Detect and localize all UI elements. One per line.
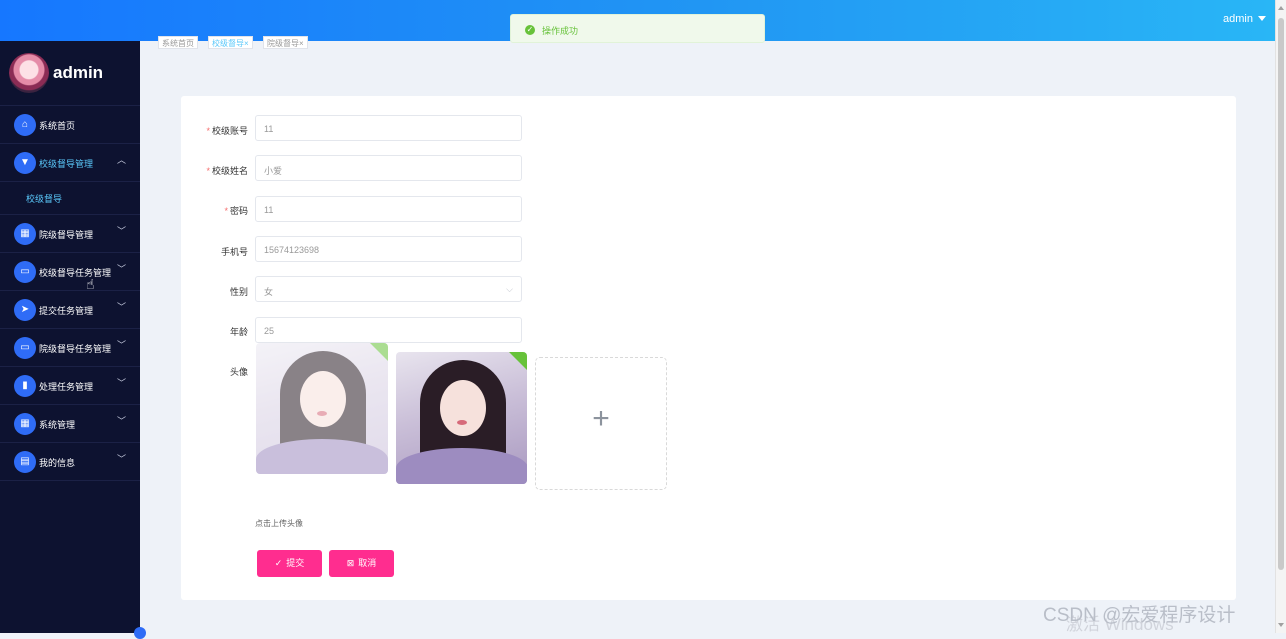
check-icon: ✓ — [274, 558, 283, 568]
sidebar-item-5[interactable]: ▭ 院级督导任务管理 ﹀ — [0, 329, 140, 367]
sidebar-item-6[interactable]: ▮ 处理任务管理 ﹀ — [0, 367, 140, 405]
avatar-label: 头像 — [229, 367, 248, 377]
account-label: * 校级账号 — [206, 126, 248, 136]
sidebar-item-label: 提交任务管理 — [39, 306, 94, 316]
upload-hint: 点击上传头像 — [255, 519, 303, 528]
home-icon: ⌂ — [14, 114, 36, 136]
plus-icon: + — [592, 402, 610, 435]
bar-chart-icon: ▮ — [14, 375, 36, 397]
sidebar-item-1[interactable]: ▼ 校级督导管理 ︿ — [0, 144, 140, 182]
sidebar-item-label: 院级督导任务管理 — [39, 344, 112, 354]
pointer-cursor-icon: ☝ — [86, 276, 95, 292]
name-input[interactable]: 小爱 — [255, 155, 522, 181]
scrollbar-thumb[interactable] — [1278, 18, 1284, 570]
sidebar-item-0[interactable]: ⌂ 系统首页 — [0, 106, 140, 144]
sidebar-item-7[interactable]: ▦ 系统管理 ﹀ — [0, 405, 140, 443]
age-input[interactable]: 25 — [255, 317, 522, 343]
sidebar-subitem-label: 校级督导 — [26, 194, 63, 204]
funnel-icon: ▼ — [14, 152, 36, 174]
monitor-icon: ▭ — [14, 337, 36, 359]
user-menu-label: admin — [1223, 13, 1253, 25]
sidebar-item-label: 院级督导管理 — [39, 230, 94, 240]
sidebar-item-8[interactable]: ▤ 我的信息 ﹀ — [0, 443, 140, 481]
upload-success-badge — [370, 343, 388, 361]
sidebar-profile: admin — [0, 41, 140, 106]
chevron-down-icon[interactable]: ﹀ — [117, 300, 126, 313]
card-icon: ▤ — [14, 451, 36, 473]
account-input[interactable]: 11 — [255, 115, 522, 141]
tab-college-supervisor[interactable]: 院级督导× — [263, 36, 308, 49]
success-toast: ✓ 操作成功 — [510, 14, 765, 43]
chevron-down-icon[interactable]: ﹀ — [117, 376, 126, 389]
sidebar-item-label: 校级督导管理 — [39, 159, 94, 169]
profile-name: admin — [53, 63, 104, 82]
phone-label: 手机号 — [220, 247, 248, 257]
sidebar-item-label: 我的信息 — [39, 458, 76, 468]
gender-select[interactable]: 女 ⌵ — [255, 276, 522, 302]
success-check-icon: ✓ — [525, 25, 535, 35]
sidebar-item-label: 校级督导任务管理 — [39, 268, 112, 278]
phone-input[interactable]: 15674123698 — [255, 236, 522, 262]
csdn-watermark: CSDN @宏爱程序设计 — [1043, 605, 1236, 626]
monitor-icon: ▭ — [14, 261, 36, 283]
cancel-button[interactable]: ⊠ 取消 — [329, 550, 394, 577]
password-input[interactable]: 11 — [255, 196, 522, 222]
age-label: 年龄 — [229, 327, 248, 337]
chevron-up-icon[interactable]: ︿ — [117, 153, 126, 166]
chevron-down-icon[interactable]: ﹀ — [117, 452, 126, 465]
name-label: * 校级姓名 — [206, 166, 248, 176]
sidebar-item-label: 系统首页 — [39, 121, 76, 131]
sidebar: admin ⌂ 系统首页 ▼ 校级督导管理 ︿ 校级督导 ▦ 院级督导管理 ﹀ ▭ 校级督导任务管理… — [0, 41, 140, 633]
caret-down-icon — [1258, 16, 1266, 21]
scroll-up-arrow-icon[interactable] — [1278, 6, 1284, 10]
chevron-down-icon[interactable]: ﹀ — [117, 224, 126, 237]
sidebar-subitem-school-supervisor[interactable]: 校级督导 — [0, 182, 140, 215]
tab-home[interactable]: 系统首页 — [158, 36, 198, 49]
close-box-icon: ⊠ — [346, 558, 355, 568]
sidebar-item-label: 处理任务管理 — [39, 382, 94, 392]
chevron-down-icon: ⌵ — [506, 284, 513, 294]
sidebar-item-2[interactable]: ▦ 院级督导管理 ﹀ — [0, 215, 140, 253]
upload-success-badge — [509, 352, 527, 370]
scroll-down-arrow-icon[interactable] — [1278, 623, 1284, 627]
avatar-photo[interactable] — [396, 352, 527, 484]
password-label: * 密码 — [224, 206, 248, 216]
sidebar-item-3[interactable]: ▭ 校级督导任务管理 ﹀ — [0, 253, 140, 291]
chevron-down-icon[interactable]: ﹀ — [117, 338, 126, 351]
avatar-upload-box[interactable]: + — [535, 357, 667, 490]
vertical-scrollbar[interactable] — [1275, 0, 1286, 633]
submit-button[interactable]: ✓ 提交 — [257, 550, 322, 577]
sidebar-menu: ⌂ 系统首页 ▼ 校级督导管理 ︿ 校级督导 ▦ 院级督导管理 ﹀ ▭ 校级督导任务管理 ﹀ ➤ 提交任务… — [0, 106, 140, 481]
sidebar-item-4[interactable]: ➤ 提交任务管理 ﹀ — [0, 291, 140, 329]
tab-school-supervisor[interactable]: 校级督导× — [208, 36, 253, 49]
user-menu[interactable]: admin — [1223, 13, 1266, 25]
sidebar-item-label: 系统管理 — [39, 420, 76, 430]
chevron-down-icon[interactable]: ﹀ — [117, 262, 126, 275]
scroll-top-dot — [134, 627, 146, 639]
gender-label: 性别 — [229, 287, 248, 297]
chevron-down-icon[interactable]: ﹀ — [117, 414, 126, 427]
grid-icon: ▦ — [14, 413, 36, 435]
avatar-photo-faded[interactable] — [256, 343, 388, 474]
toast-message: 操作成功 — [542, 26, 579, 36]
send-icon: ➤ — [14, 299, 36, 321]
avatar — [9, 53, 49, 93]
grid-icon: ▦ — [14, 223, 36, 245]
